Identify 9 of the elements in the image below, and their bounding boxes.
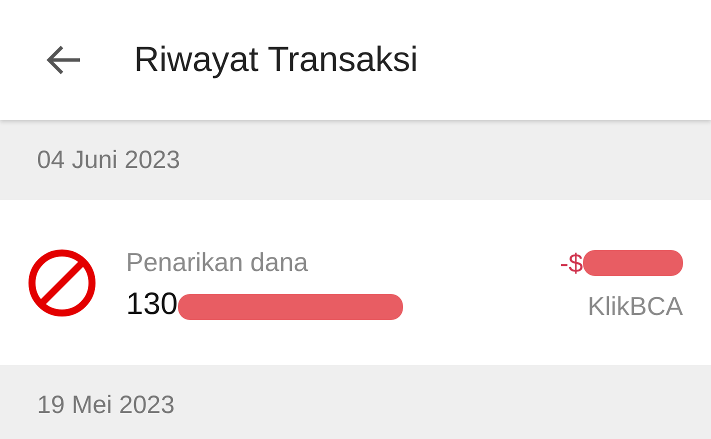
date-heading: 04 Juni 2023: [36, 144, 182, 176]
prohibited-icon: [27, 248, 97, 318]
payment-method: KlikBCA: [588, 290, 683, 322]
date-heading: 19 Mei 2023: [36, 390, 176, 420]
account-number: 130: [126, 286, 178, 322]
page-title: Riwayat Transaksi: [134, 40, 418, 80]
transaction-row[interactable]: Penarikan dana 130 -$ KlikBCA: [0, 200, 711, 365]
transaction-amount: -$: [560, 248, 583, 278]
transaction-type: Penarikan dana: [126, 247, 310, 278]
